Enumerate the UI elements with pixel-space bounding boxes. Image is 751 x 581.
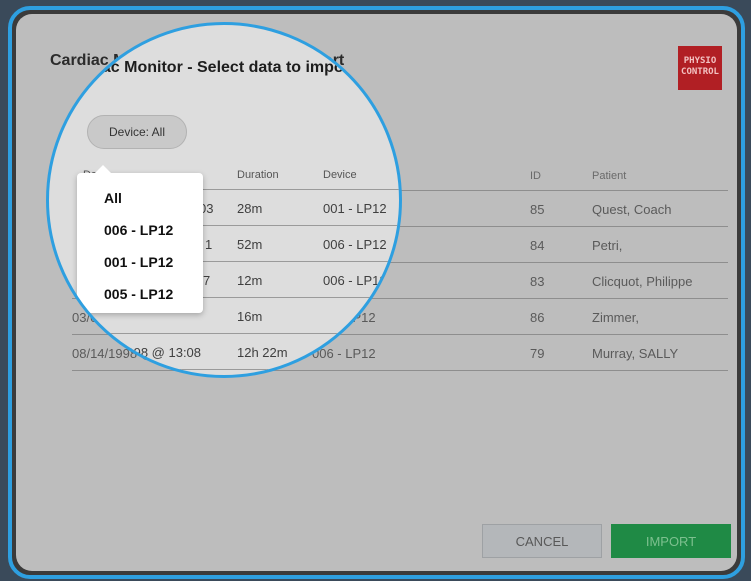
device-filter-button[interactable]: Device: All <box>87 115 187 149</box>
magnified-content: Cardiac Monitor - Select data to import … <box>49 25 399 375</box>
id-cell: 85 <box>530 202 545 217</box>
duration-cell: 28m <box>237 201 263 216</box>
patient-cell: Zimmer, <box>592 310 639 325</box>
patient-cell: Petri, <box>592 238 623 253</box>
id-cell: 79 <box>530 346 545 361</box>
cancel-button[interactable]: CANCEL <box>482 524 602 558</box>
table-row[interactable]: 08/14/1998 @ 13:08 12h 22m <box>83 334 399 370</box>
date-cell: 08/14/1998 @ 13:08 <box>83 345 202 360</box>
device-cell: 006 - LP12 <box>323 237 387 252</box>
device-cell: 006 - LP12 <box>323 273 387 288</box>
date-cell: 1 <box>205 237 213 252</box>
column-header-duration: Duration <box>237 169 279 181</box>
column-header-patient: Patient <box>592 170 627 182</box>
import-button[interactable]: IMPORT <box>611 524 731 558</box>
id-cell: 84 <box>530 238 545 253</box>
physio-control-logo: PHYSIO CONTROL <box>678 46 722 90</box>
dropdown-option-001-lp12[interactable]: 001 - LP12 <box>104 254 173 270</box>
zoom-magnifier: Cardiac Monitor - Select data to import … <box>46 22 402 378</box>
duration-cell: 16m <box>237 309 263 324</box>
device-cell: 001 - LP12 <box>323 201 387 216</box>
duration-cell: 12m <box>237 273 263 288</box>
column-header-id: ID <box>530 170 541 182</box>
dropdown-option-006-lp12[interactable]: 006 - LP12 <box>104 222 173 238</box>
device-filter-dropdown: All 006 - LP12 001 - LP12 005 - LP12 <box>77 165 203 313</box>
dropdown-option-005-lp12[interactable]: 005 - LP12 <box>104 286 173 302</box>
patient-cell: Quest, Coach <box>592 202 672 217</box>
id-cell: 86 <box>530 310 545 325</box>
patient-cell: Murray, SALLY <box>592 346 679 361</box>
duration-cell: 52m <box>237 237 263 252</box>
dialog-title-magnified: Cardiac Monitor - Select data to import <box>61 59 356 76</box>
patient-cell: Clicquot, Philippe <box>592 274 693 289</box>
date-cell: 7 <box>203 273 211 288</box>
dropdown-option-all[interactable]: All <box>104 190 122 206</box>
id-cell: 83 <box>530 274 545 289</box>
column-header-device: Device <box>323 169 357 181</box>
app-frame: Cardiac Monitor - Select data to import … <box>8 6 745 579</box>
duration-cell: 12h 22m <box>237 345 288 360</box>
